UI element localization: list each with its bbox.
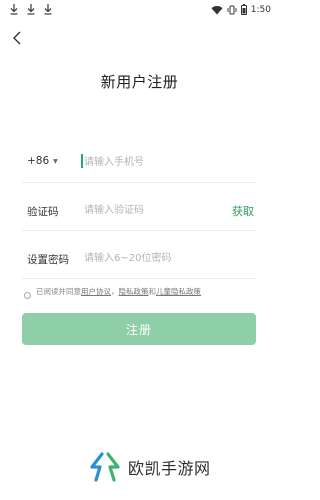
agreement-prefix: 已阅读并同意: [36, 287, 81, 296]
system-icons: 1:50: [211, 4, 271, 15]
download-icon: [27, 4, 35, 15]
vibrate-icon: [227, 5, 237, 14]
caret-down-icon: ▼: [53, 158, 58, 165]
child-privacy-policy-link[interactable]: 儿童隐私政策: [156, 287, 201, 296]
watermark-text: 欧凯手游网: [128, 459, 211, 478]
watermark: 欧凯手游网: [88, 452, 211, 482]
get-code-button[interactable]: 获取: [232, 203, 254, 219]
back-button[interactable]: [8, 28, 26, 48]
agreement-conjunction: 和: [148, 287, 157, 296]
password-input[interactable]: [84, 248, 249, 268]
country-code: +86: [27, 155, 50, 167]
download-icon: [44, 4, 52, 15]
chevron-left-icon: [13, 31, 21, 45]
text-cursor: [81, 154, 83, 168]
clock: 1:50: [250, 4, 271, 15]
user-agreement-link[interactable]: 用户协议: [81, 287, 111, 296]
phone-input[interactable]: [84, 152, 234, 172]
privacy-policy-link[interactable]: 隐私政策: [119, 287, 149, 296]
code-label: 验证码: [27, 206, 59, 218]
agreement-text: 已阅读并同意用户协议，隐私政策和儿童隐私政策: [36, 287, 254, 297]
wifi-icon: [211, 5, 223, 14]
battery-icon: [240, 4, 247, 15]
password-label: 设置密码: [27, 254, 69, 266]
country-code-selector[interactable]: +86 ▼: [27, 155, 58, 167]
verification-code-row: 验证码 获取: [22, 192, 257, 231]
agreement-separator: ，: [111, 287, 119, 296]
password-row: 设置密码: [22, 240, 257, 279]
watermark-logo-icon: [90, 452, 120, 482]
phone-row: +86 ▼: [22, 144, 257, 183]
register-button[interactable]: 注册: [22, 313, 256, 345]
notification-icons: [9, 3, 53, 15]
page-title: 新用户注册: [100, 73, 179, 91]
agreement: 已阅读并同意用户协议，隐私政策和儿童隐私政策: [24, 287, 254, 299]
agreement-checkbox[interactable]: [24, 292, 31, 299]
status-bar: 1:50: [0, 0, 279, 20]
download-icon: [10, 4, 18, 15]
verification-code-input[interactable]: [84, 200, 204, 220]
